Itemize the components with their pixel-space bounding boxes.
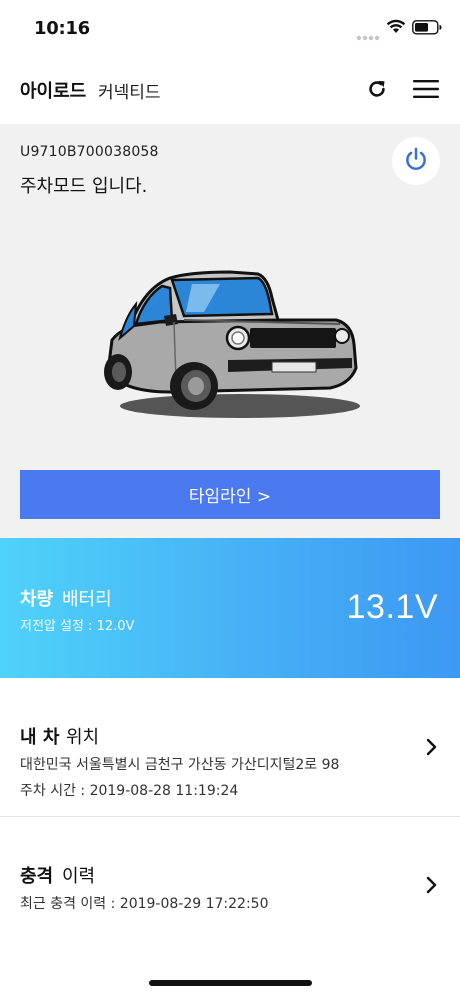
impact-title-light: 이력 [62,866,96,887]
device-id: U9710B700038058 [20,144,159,160]
recent-impact: 최근 충격 이력 : 2019-08-29 17:22:50 [20,896,269,912]
refresh-icon [366,78,388,104]
location-address: 대한민국 서울특별시 금천구 가산동 가산디지털2로 98 [20,757,340,773]
status-bar: 10:16 [0,0,460,56]
wifi-icon [386,18,406,38]
my-car-location-row[interactable]: 내 차 위치 대한민국 서울특별시 금천구 가산동 가산디지털2로 98 주차 … [0,678,460,816]
battery-title-light: 배터리 [62,589,112,610]
app-header: 아이로드 커넥티드 [0,56,460,124]
chevron-right-icon [424,737,440,757]
power-icon [403,146,429,176]
power-button[interactable] [392,137,440,185]
car-illustration [100,264,364,434]
impact-title-bold: 충격 [20,866,54,887]
impact-history-row[interactable]: 충격 이력 최근 충격 이력 : 2019-08-29 17:22:50 [0,817,460,947]
battery-card[interactable]: 차량 배터리 저전압 설정 : 12.0V 13.1V [0,538,460,678]
chevron-right-icon [424,875,440,895]
location-title-bold: 내 차 [20,727,60,748]
low-voltage-setting: 저전압 설정 : 12.0V [20,619,135,634]
status-time: 10:16 [34,18,90,39]
battery-icon [412,20,442,39]
menu-button[interactable] [408,74,444,108]
brand-name: 아이로드 [20,81,87,102]
home-indicator[interactable] [149,980,312,986]
location-title-light: 위치 [66,727,100,748]
timeline-button[interactable]: 타임라인 > [20,470,440,519]
battery-voltage: 13.1V [346,588,438,626]
parking-time: 주차 시간 : 2019-08-28 11:19:24 [20,783,239,799]
battery-title-bold: 차량 [20,589,54,610]
brand-subtitle: 커넥티드 [98,83,161,103]
refresh-button[interactable] [360,74,394,108]
vehicle-status-panel: U9710B700038058 주차모드 입니다. 타임라인 > [0,124,460,538]
hamburger-menu-icon [413,79,439,103]
parking-mode-text: 주차모드 입니다. [20,176,148,197]
cellular-dots-icon [356,26,380,45]
